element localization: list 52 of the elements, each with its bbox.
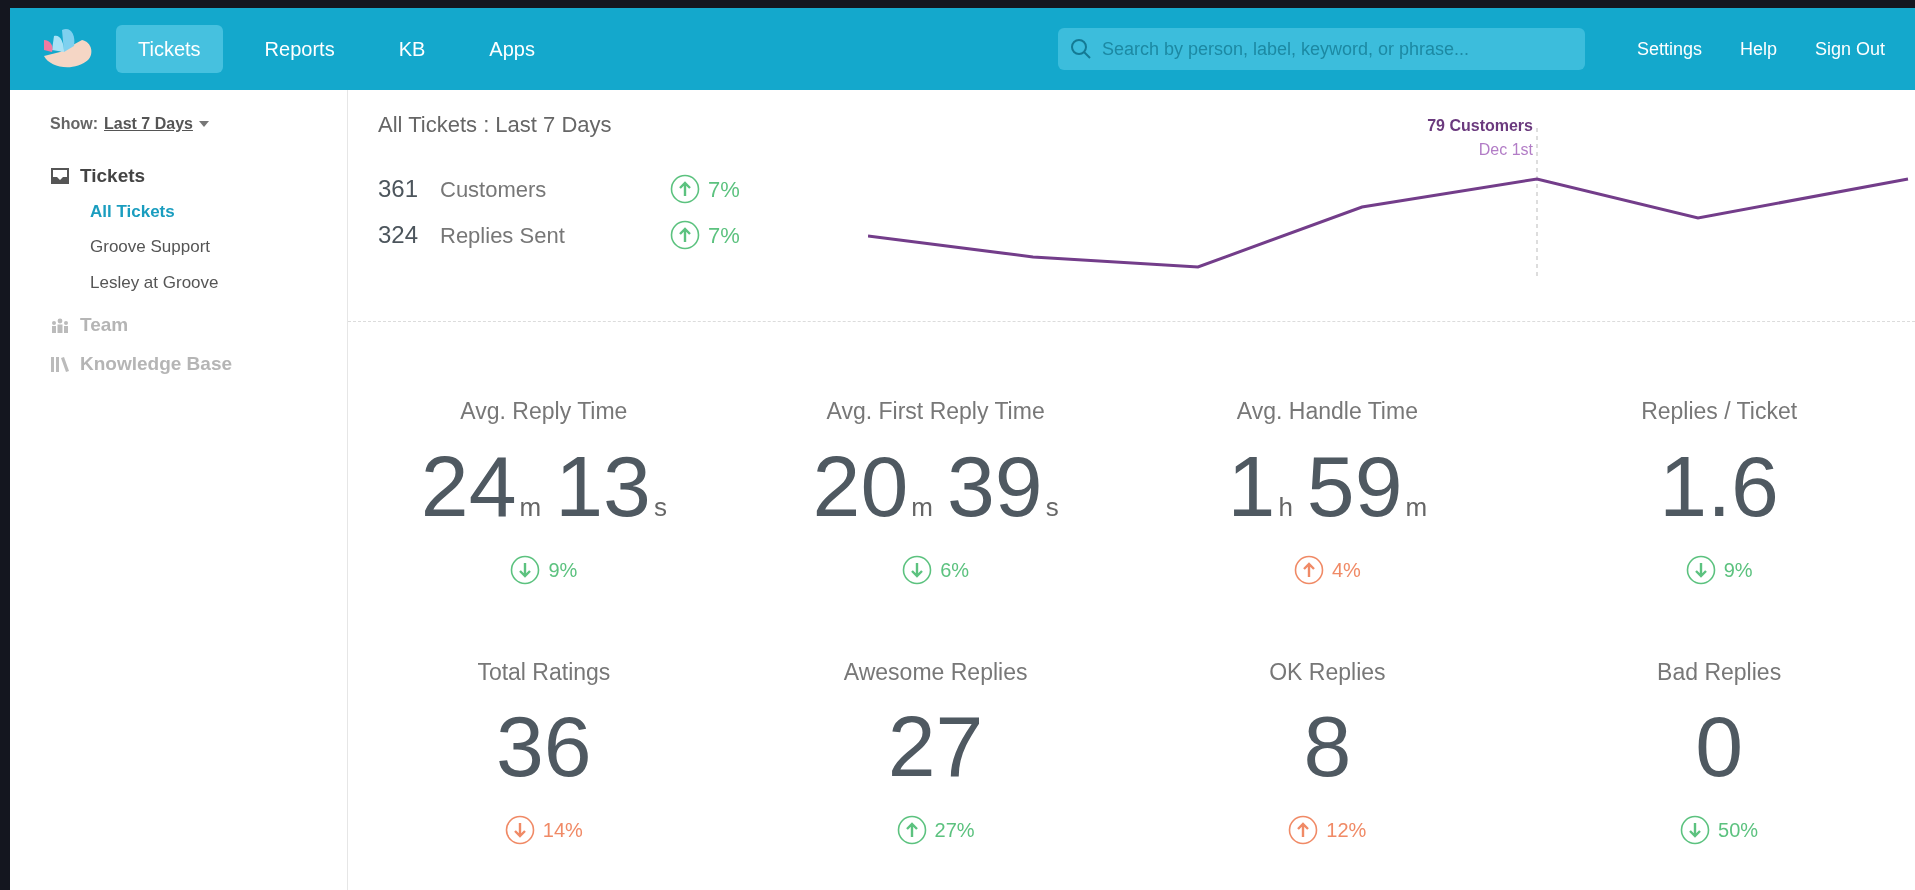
tooltip-date: Dec 1st xyxy=(1478,140,1533,160)
books-icon xyxy=(50,355,70,372)
nav-link[interactable]: Sign Out xyxy=(1814,35,1885,63)
sidebar-item[interactable]: All Tickets xyxy=(90,198,347,224)
metric-value: 27 xyxy=(887,703,984,789)
change-percent: 4% xyxy=(1331,557,1361,583)
change-percent: 14% xyxy=(542,818,583,843)
sidebar-item[interactable]: Groove Support xyxy=(90,234,347,260)
metric-value: 20 m 39 s xyxy=(812,442,1059,529)
nav-link[interactable]: Settings xyxy=(1636,35,1702,63)
metric-value: 8 xyxy=(1303,703,1352,789)
search-icon xyxy=(1069,38,1092,60)
metric-label: Awesome Replies xyxy=(843,657,1028,687)
summary-label: Customers xyxy=(440,175,548,204)
search-field[interactable]: Search by person, label, keyword, or phrase... xyxy=(1057,28,1585,70)
nav-tab[interactable]: Apps xyxy=(467,25,557,73)
metric-value: 24 m 13 s xyxy=(420,442,667,529)
metric-label: Replies / Ticket xyxy=(1641,397,1798,426)
metric-label: OK Replies xyxy=(1269,657,1386,687)
summary-value: 361 xyxy=(378,174,420,204)
change-percent: 7% xyxy=(708,221,740,250)
metric-label: Total Ratings xyxy=(477,657,611,687)
sidebar-section[interactable]: Tickets xyxy=(80,162,146,191)
change-percent: 6% xyxy=(940,557,970,583)
metric-label: Avg. Reply Time xyxy=(460,397,628,426)
change-percent: 9% xyxy=(548,557,578,583)
metric-value: 1 h 59 m xyxy=(1227,442,1428,529)
metric-label: Avg. Handle Time xyxy=(1236,397,1418,426)
metric-label: Avg. First Reply Time xyxy=(826,397,1045,426)
nav-tab[interactable]: Reports xyxy=(242,25,357,73)
sidebar-item[interactable]: Lesley at Groove xyxy=(90,269,347,295)
change-percent: 27% xyxy=(934,818,975,843)
metric-value: 0 xyxy=(1695,703,1744,789)
people-icon xyxy=(50,317,70,334)
summary-value: 324 xyxy=(378,220,420,250)
inbox-icon xyxy=(50,167,70,186)
page-title: All Tickets : Last 7 Days xyxy=(378,111,613,139)
summary-label: Replies Sent xyxy=(440,221,566,250)
metric-value: 36 xyxy=(496,703,592,789)
change-percent: 9% xyxy=(1723,557,1753,583)
period-dropdown[interactable]: Last 7 Days xyxy=(104,112,193,136)
nav-link[interactable]: Help xyxy=(1739,35,1777,63)
nav-tab[interactable]: KB xyxy=(376,25,448,73)
metric-value: 1.6 xyxy=(1659,442,1779,529)
caret-icon xyxy=(198,121,209,127)
change-percent: 50% xyxy=(1718,818,1759,843)
show-label: Show: xyxy=(50,114,98,134)
change-percent: 7% xyxy=(708,175,740,204)
tooltip-title: 79 Customers xyxy=(1427,116,1533,136)
change-percent: 12% xyxy=(1326,818,1367,843)
nav-tab[interactable]: Tickets xyxy=(116,25,223,73)
metric-label: Bad Replies xyxy=(1657,657,1782,687)
